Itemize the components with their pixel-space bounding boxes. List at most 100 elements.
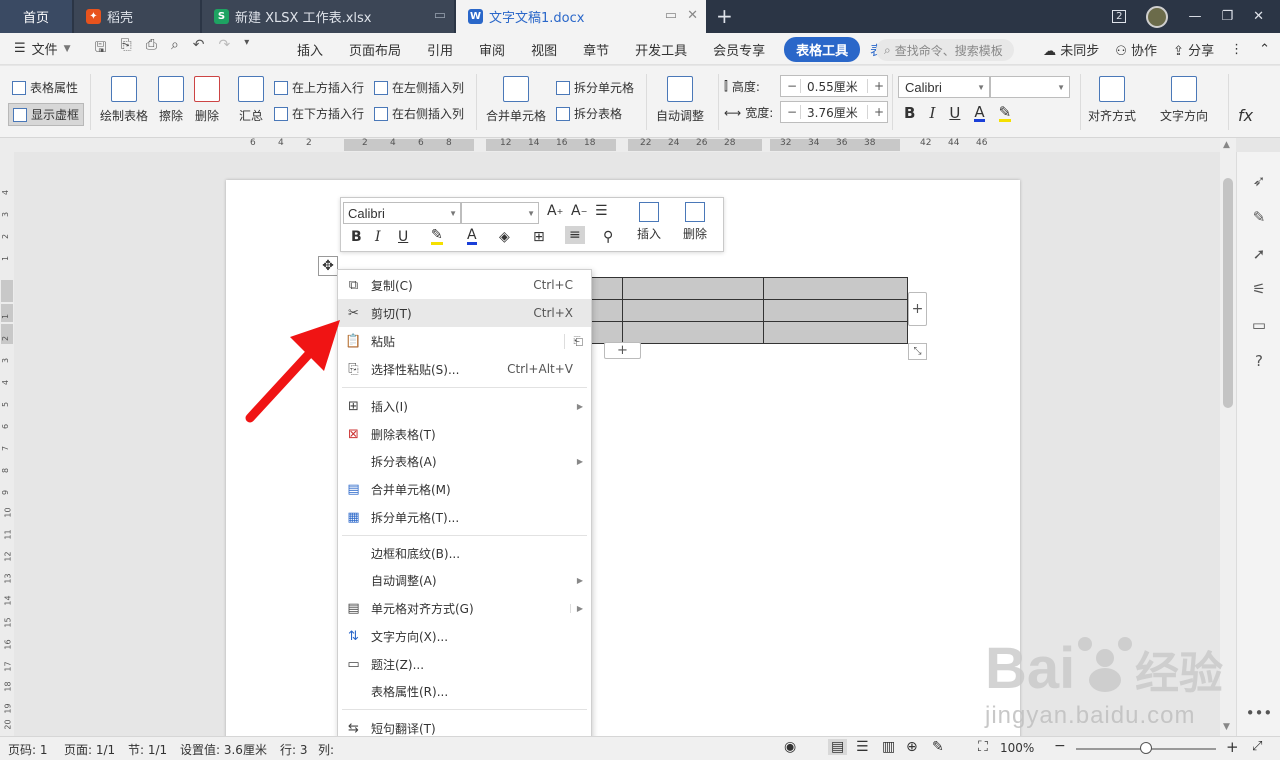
menu-cut[interactable]: ✂ 剪切(T) Ctrl+X bbox=[338, 299, 591, 327]
scrollbar-thumb[interactable] bbox=[1223, 178, 1233, 408]
underline-icon[interactable]: U bbox=[949, 104, 960, 122]
redo-icon[interactable]: ↷ bbox=[219, 37, 231, 61]
status-page-number[interactable]: 页码: 1 bbox=[8, 741, 48, 758]
menu-insert[interactable]: 插入 bbox=[284, 40, 336, 59]
height-spinner[interactable]: − 0.55厘米 + bbox=[780, 75, 888, 97]
width-spinner[interactable]: − 3.76厘米 + bbox=[780, 101, 888, 123]
text-direction-button[interactable]: 文字方向 bbox=[1160, 76, 1208, 124]
menu-text-direction[interactable]: ⇅ 文字方向(X)... bbox=[338, 622, 591, 650]
insert-above-button[interactable]: 在上方插入行 bbox=[274, 79, 364, 96]
outline-view-icon[interactable]: ☰ bbox=[856, 739, 869, 755]
height-increase-button[interactable]: + bbox=[867, 79, 887, 93]
inbox-icon[interactable]: ▭ bbox=[1250, 316, 1268, 334]
menu-delete-table[interactable]: ⊠ 删除表格(T) bbox=[338, 420, 591, 448]
width-increase-button[interactable]: + bbox=[867, 105, 887, 119]
paste-options-icon[interactable]: ⎗ bbox=[564, 333, 583, 349]
shrink-font-icon[interactable]: A − bbox=[571, 203, 587, 219]
auto-fit-button[interactable]: 自动调整 bbox=[656, 76, 704, 124]
mini-font-select[interactable]: Calibri ▼ bbox=[343, 202, 461, 224]
eraser-button[interactable]: 擦除 bbox=[158, 76, 184, 124]
show-grid-toggle[interactable]: 显示虚框 bbox=[8, 103, 85, 126]
menu-paste[interactable]: 📋 粘贴 ⎗ bbox=[338, 327, 591, 355]
tab-xlsx[interactable]: S 新建 XLSX 工作表.xlsx ▭ bbox=[202, 0, 454, 33]
mini-border-icon[interactable]: ⊞ bbox=[533, 229, 545, 245]
zoom-out-icon[interactable]: − bbox=[1054, 738, 1066, 754]
pointer-icon[interactable]: ➚ bbox=[1250, 245, 1268, 263]
mini-shading-icon[interactable]: ◈ bbox=[499, 229, 510, 245]
preview-icon[interactable]: ⌕ bbox=[171, 37, 179, 61]
align-button[interactable]: 对齐方式 bbox=[1088, 76, 1136, 124]
menu-copy[interactable]: ⧉ 复制(C) Ctrl+C bbox=[338, 271, 591, 299]
width-value[interactable]: 3.76厘米 bbox=[801, 104, 867, 121]
menu-review[interactable]: 审阅 bbox=[466, 40, 518, 59]
grow-font-icon[interactable]: A + bbox=[547, 203, 563, 219]
formula-button[interactable]: fx bbox=[1238, 106, 1253, 125]
add-column-button[interactable]: + bbox=[908, 292, 927, 326]
status-col[interactable]: 列: bbox=[318, 741, 334, 758]
web-view-icon[interactable]: ⊕ bbox=[906, 739, 918, 755]
file-menu[interactable]: ☰ 文件 ▼ bbox=[0, 39, 71, 58]
zoom-level[interactable]: 100% bbox=[1000, 741, 1034, 755]
collab-button[interactable]: ⚇ 协作 bbox=[1115, 40, 1157, 59]
menu-chapter[interactable]: 章节 bbox=[570, 40, 622, 59]
table-cell[interactable] bbox=[763, 277, 908, 300]
height-decrease-button[interactable]: − bbox=[781, 79, 801, 93]
window-count-badge[interactable]: 2 bbox=[1112, 10, 1127, 23]
write-view-icon[interactable]: ✎ bbox=[932, 739, 944, 755]
tab-daoke[interactable]: ✦ 稻壳 bbox=[74, 0, 200, 33]
pin-icon[interactable]: ▭ bbox=[665, 8, 677, 23]
new-tab-plus-icon[interactable]: + bbox=[716, 4, 733, 28]
scroll-up-icon[interactable]: ▲ bbox=[1223, 140, 1230, 150]
mini-size-select[interactable]: ▼ bbox=[461, 202, 539, 224]
highlight-icon[interactable]: ✎ bbox=[998, 104, 1012, 122]
table-cell[interactable] bbox=[763, 321, 908, 344]
table-cell[interactable] bbox=[621, 277, 765, 300]
insert-left-button[interactable]: 在左侧插入列 bbox=[374, 79, 464, 96]
table-cell[interactable] bbox=[763, 299, 908, 322]
width-decrease-button[interactable]: − bbox=[781, 105, 801, 119]
mini-italic-icon[interactable]: I bbox=[375, 229, 381, 245]
table-props-button[interactable]: 表格属性 bbox=[12, 79, 78, 96]
save-icon[interactable]: 🖫 bbox=[95, 37, 107, 61]
more-menu-icon[interactable]: ⋮ bbox=[1230, 42, 1243, 57]
merge-cells-button[interactable]: 合并单元格 bbox=[486, 76, 546, 124]
height-value[interactable]: 0.55厘米 bbox=[801, 78, 867, 95]
page-view-icon[interactable]: ▤ bbox=[828, 739, 848, 755]
line-spacing-icon[interactable]: ☰ bbox=[595, 203, 608, 219]
add-row-button[interactable]: + bbox=[604, 342, 641, 359]
undo-icon[interactable]: ↶ bbox=[193, 37, 205, 61]
pin-icon[interactable]: ▭ bbox=[434, 8, 446, 23]
sync-button[interactable]: ☁ 未同步 bbox=[1043, 40, 1099, 59]
avatar[interactable] bbox=[1146, 5, 1169, 28]
format-painter-icon[interactable]: ⎘ bbox=[121, 37, 132, 61]
tab-docx[interactable]: W 文字文稿1.docx ▭ ✕ bbox=[456, 0, 706, 33]
mini-font-color-icon[interactable]: A bbox=[467, 228, 477, 245]
menu-borders[interactable]: 边框和底纹(B)... bbox=[338, 539, 591, 567]
command-search[interactable]: ⌕ 查找命令、搜索模板 bbox=[876, 39, 1014, 61]
pen-icon[interactable]: ✎ bbox=[1250, 208, 1268, 226]
status-row[interactable]: 行: 3 bbox=[280, 741, 308, 758]
zoom-slider-thumb[interactable] bbox=[1140, 742, 1152, 754]
mini-format-painter-icon[interactable]: ⚲ bbox=[603, 229, 613, 245]
table-cell[interactable] bbox=[621, 321, 765, 344]
help-icon[interactable]: ? bbox=[1250, 352, 1268, 370]
menu-merge-cells[interactable]: ▤ 合并单元格(M) bbox=[338, 475, 591, 503]
menu-split-table[interactable]: 拆分表格(A) ▶ bbox=[338, 447, 591, 475]
table-move-handle-icon[interactable]: ✥ bbox=[318, 256, 338, 276]
restore-icon[interactable]: ❐ bbox=[1221, 9, 1233, 24]
fit-page-icon[interactable]: ⛶ bbox=[978, 739, 988, 755]
rocket-icon[interactable]: ➶ bbox=[1250, 172, 1268, 190]
summary-button[interactable]: 汇总 bbox=[238, 76, 264, 124]
menu-member[interactable]: 会员专享 bbox=[700, 40, 778, 59]
status-section[interactable]: 节: 1/1 bbox=[128, 741, 167, 758]
menu-references[interactable]: 引用 bbox=[414, 40, 466, 59]
mini-insert-button[interactable]: 插入 bbox=[637, 202, 661, 242]
status-setting[interactable]: 设置值: 3.6厘米 bbox=[180, 741, 267, 758]
menu-paste-special[interactable]: ⎘ 选择性粘贴(S)... Ctrl+Alt+V bbox=[338, 355, 591, 383]
menu-page-layout[interactable]: 页面布局 bbox=[336, 40, 414, 59]
menu-auto-fit[interactable]: 自动调整(A) ▶ bbox=[338, 566, 591, 594]
menu-cell-align[interactable]: ▤ 单元格对齐方式(G) ▶ bbox=[338, 594, 591, 622]
mini-highlight-icon[interactable]: ✎ bbox=[431, 228, 443, 245]
menu-developer[interactable]: 开发工具 bbox=[622, 40, 700, 59]
insert-right-button[interactable]: 在右侧插入列 bbox=[374, 105, 464, 122]
